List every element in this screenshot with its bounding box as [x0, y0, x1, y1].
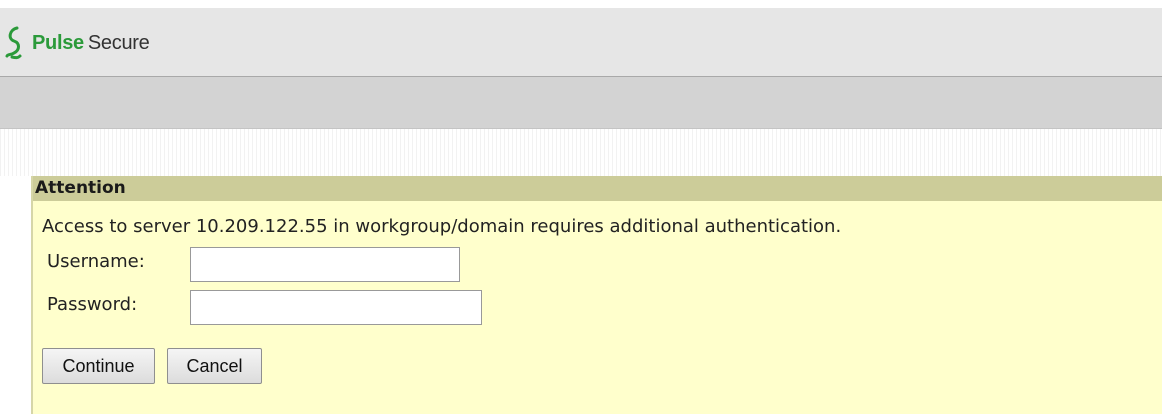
brand-name-primary: Pulse [32, 31, 84, 54]
username-input[interactable] [190, 247, 460, 282]
cancel-button[interactable]: Cancel [167, 348, 262, 384]
continue-button[interactable]: Continue [42, 348, 155, 384]
auth-panel: Attention Access to server 10.209.122.55… [31, 176, 1162, 414]
password-input[interactable] [190, 290, 482, 325]
username-label: Username: [47, 251, 145, 272]
pulse-secure-logo-icon [5, 26, 22, 60]
header-bar: Pulse Secure [0, 8, 1162, 77]
auth-message: Access to server 10.209.122.55 in workgr… [42, 216, 842, 237]
panel-title: Attention [33, 176, 1162, 201]
striped-divider [0, 129, 1162, 176]
nav-bar [0, 77, 1162, 129]
brand-name-secondary: Secure [87, 31, 150, 54]
brand-logo: Pulse Secure [2, 26, 150, 60]
page: Pulse Secure Attention Access to server … [0, 0, 1162, 414]
password-label: Password: [47, 294, 138, 315]
